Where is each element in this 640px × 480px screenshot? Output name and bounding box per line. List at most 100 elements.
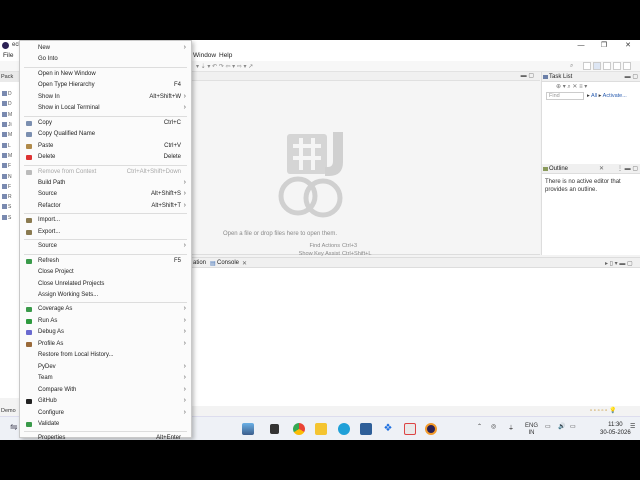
package-row[interactable]: L: [2, 143, 20, 151]
git-perspective-icon[interactable]: [613, 62, 621, 70]
status-icons[interactable]: ▫ ▫ ▫ ▫ ▫ 💡: [590, 407, 616, 414]
menu-item-coverage-as[interactable]: Coverage As ›: [20, 304, 191, 315]
package-row[interactable]: M: [2, 112, 20, 120]
volume-icon[interactable]: 🔊: [558, 423, 565, 430]
task-list-pane: Task List ▬ ▢ ⊕ ▾ ⌕ ✕ ≡ ▾ Find ▸ All ▸ A…: [541, 72, 640, 164]
menu-item-export[interactable]: Export...: [20, 227, 191, 238]
widgets-icon[interactable]: ⇋: [10, 422, 18, 433]
package-row[interactable]: M: [2, 153, 20, 161]
outline-close-icon[interactable]: ✕: [599, 165, 604, 172]
coverage-icon: [26, 307, 32, 313]
menu-window[interactable]: Window: [193, 52, 216, 59]
refresh-icon: [26, 258, 32, 264]
package-row[interactable]: D: [2, 101, 20, 109]
outline-tab[interactable]: Outline ✕ ⋮ ▬ ▢: [542, 164, 640, 174]
package-row[interactable]: D: [2, 91, 20, 99]
menu-item-validate[interactable]: Validate: [20, 419, 191, 430]
package-row[interactable]: F: [2, 184, 20, 192]
console-tab[interactable]: Console: [217, 260, 239, 266]
menu-item-configure[interactable]: Configure ›: [20, 408, 191, 419]
menu-item-new[interactable]: New ›: [20, 43, 191, 54]
menu-item-source[interactable]: Source Alt+Shift+S ›: [20, 189, 191, 200]
menu-item-refresh[interactable]: Refresh F5: [20, 256, 191, 267]
menu-item-team[interactable]: Team ›: [20, 373, 191, 384]
menu-item-go-into[interactable]: Go Into: [20, 54, 191, 65]
package-row[interactable]: S: [2, 215, 20, 223]
package-row[interactable]: N: [2, 174, 20, 182]
menu-item-build-path[interactable]: Build Path ›: [20, 178, 191, 189]
pydev-perspective-icon[interactable]: [623, 62, 631, 70]
outline-minmax-icon[interactable]: ⋮ ▬ ▢: [617, 165, 638, 172]
debug-perspective-icon[interactable]: [603, 62, 611, 70]
package-row[interactable]: S: [2, 204, 20, 212]
menu-item-show-in-local-terminal[interactable]: Show in Local Terminal ›: [20, 103, 191, 114]
display-tray-icon[interactable]: ▭: [545, 423, 551, 430]
menu-item-refactor[interactable]: Refactor Alt+Shift+T ›: [20, 201, 191, 212]
menu-separator: [24, 253, 187, 255]
task-all-link[interactable]: All: [591, 93, 597, 99]
package-row[interactable]: Ji: [2, 122, 20, 130]
task-list-minmax-icon[interactable]: ▬ ▢: [625, 73, 638, 80]
task-list-tab[interactable]: Task List ▬ ▢: [542, 72, 640, 82]
java-perspective-icon[interactable]: [593, 62, 601, 70]
edge-icon[interactable]: [338, 423, 350, 435]
usb-tray-icon[interactable]: ⏚: [508, 423, 514, 432]
menu-help[interactable]: Help: [219, 52, 232, 59]
status-label: Demo: [1, 408, 16, 414]
wallpaper-app-icon[interactable]: [242, 423, 254, 435]
console-toolbar-icon[interactable]: ▸ ▯ ▾ ▬ ▢: [605, 260, 633, 267]
package-row[interactable]: F: [2, 163, 20, 171]
battery-icon[interactable]: ▭: [570, 423, 576, 430]
menu-item-paste[interactable]: Paste Ctrl+V: [20, 141, 191, 152]
open-perspective-icon[interactable]: [583, 62, 591, 70]
chrome-icon[interactable]: [293, 423, 305, 435]
language-indicator[interactable]: ENG IN: [525, 423, 538, 437]
close-button[interactable]: ✕: [622, 41, 634, 50]
console-close-icon[interactable]: ✕: [242, 260, 247, 267]
toolbar-nav-icon[interactable]: ▾ ⇣ ▾ ↶ ↷ ⇦ ▾ ⇨ ▾ ↗: [196, 63, 253, 70]
package-row[interactable]: M: [2, 132, 20, 140]
menu-item-restore-from-local-history[interactable]: Restore from Local History...: [20, 350, 191, 361]
menu-item-debug-as[interactable]: Debug As ›: [20, 327, 191, 338]
package-explorer-tab[interactable]: Pack: [0, 72, 20, 82]
maximize-button[interactable]: ❐: [598, 41, 610, 50]
menu-item-compare-with[interactable]: Compare With ›: [20, 385, 191, 396]
menu-item-github[interactable]: GitHub ›: [20, 396, 191, 407]
menu-item-open-type-hierarchy[interactable]: Open Type Hierarchy F4: [20, 80, 191, 91]
declaration-tab[interactable]: ation: [193, 260, 206, 266]
menu-item-delete[interactable]: Delete Delete: [20, 152, 191, 163]
task-activate-link[interactable]: Activate...: [603, 93, 627, 99]
menu-item-assign-working-sets[interactable]: Assign Working Sets...: [20, 290, 191, 301]
search-icon[interactable]: ⌕: [570, 63, 573, 70]
minimize-button[interactable]: —: [575, 41, 587, 50]
menu-item-close-unrelated-projects[interactable]: Close Unrelated Projects: [20, 279, 191, 290]
file-viewer-icon[interactable]: [270, 424, 279, 434]
eclipse-taskbar-icon[interactable]: [425, 423, 437, 435]
task-list-toolbar-icon[interactable]: ⊕ ▾ ⌕ ✕ ≡ ▾: [556, 83, 587, 91]
project-icon: [2, 184, 7, 190]
store-icon[interactable]: [360, 423, 372, 435]
chevron-up-icon[interactable]: ⌃: [477, 423, 482, 430]
menu-item-profile-as[interactable]: Profile As ›: [20, 339, 191, 350]
outline-pane: Outline ✕ ⋮ ▬ ▢ There is no active edito…: [541, 164, 640, 255]
editor-max-icon[interactable]: ▬ ▢: [521, 72, 534, 79]
file-explorer-icon[interactable]: [315, 423, 327, 435]
menu-item-run-as[interactable]: Run As ›: [20, 316, 191, 327]
menu-item-source[interactable]: Source ›: [20, 241, 191, 252]
menu-item-import[interactable]: Import...: [20, 215, 191, 226]
snipping-tool-icon[interactable]: [404, 423, 416, 435]
menu-item-pydev[interactable]: PyDev ›: [20, 362, 191, 373]
notification-icon[interactable]: ☰: [630, 423, 635, 430]
dropbox-icon[interactable]: ❖: [382, 423, 394, 435]
menu-file[interactable]: File: [3, 52, 13, 59]
menu-item-show-in[interactable]: Show In Alt+Shift+W ›: [20, 92, 191, 103]
task-find-input[interactable]: Find: [546, 92, 584, 100]
system-clock[interactable]: 11:30 30-05-2026: [600, 421, 631, 437]
menu-item-properties[interactable]: Properties Alt+Enter: [20, 433, 191, 440]
menu-item-copy[interactable]: Copy Ctrl+C: [20, 118, 191, 129]
network-tray-icon[interactable]: ◎: [491, 423, 496, 430]
menu-item-open-in-new-window[interactable]: Open in New Window: [20, 69, 191, 80]
menu-item-close-project[interactable]: Close Project: [20, 267, 191, 278]
menu-item-copy-qualified-name[interactable]: Copy Qualified Name: [20, 129, 191, 140]
package-row[interactable]: R: [2, 194, 20, 202]
